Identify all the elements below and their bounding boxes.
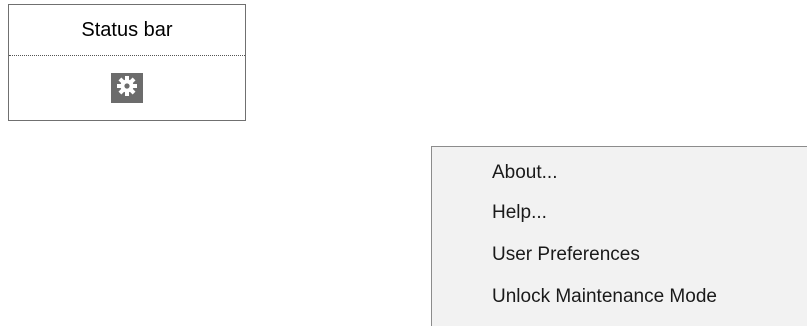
status-bar-icon-row <box>9 56 245 120</box>
gear-icon <box>116 75 138 102</box>
menu-item-user-preferences[interactable]: User Preferences <box>472 238 640 272</box>
menu-item-help[interactable]: Help... <box>472 196 547 230</box>
context-menu: About... Help... User Preferences Unlock… <box>431 146 807 326</box>
menu-item-about[interactable]: About... <box>472 156 558 190</box>
status-bar-gear-button[interactable] <box>111 73 143 103</box>
menu-item-unlock-maintenance-mode[interactable]: Unlock Maintenance Mode <box>472 280 717 314</box>
menu-icon-gutter <box>432 147 472 326</box>
status-bar-legend: Status bar <box>8 4 246 121</box>
status-bar-title: Status bar <box>9 5 245 56</box>
